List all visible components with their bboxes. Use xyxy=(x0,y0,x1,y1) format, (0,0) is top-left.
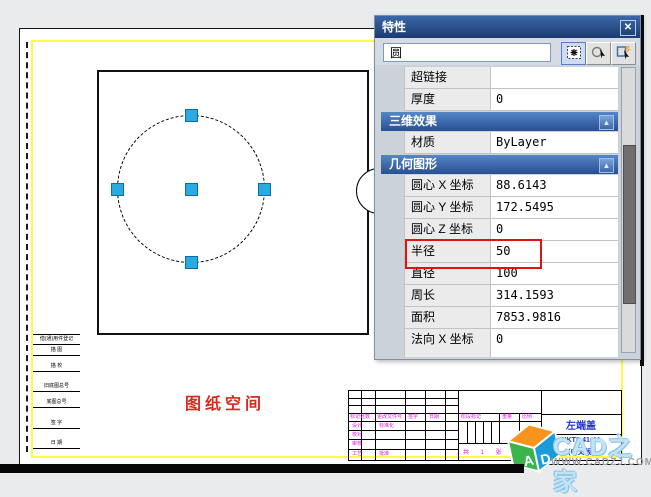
radius-highlight-box xyxy=(405,239,542,269)
tb-header-change: 更改文件号 xyxy=(377,414,402,420)
grip-handle-east[interactable] xyxy=(258,183,271,196)
pickadd-toggle-button[interactable] xyxy=(561,42,586,65)
palette-scrollbar[interactable] xyxy=(621,67,636,353)
property-label: 圆心 Z 坐标 xyxy=(405,219,491,240)
property-value[interactable]: 314.1593 xyxy=(491,285,618,306)
properties-palette: 特性 ✕ 圆 ▼ 超链接 厚度 0 xyxy=(374,15,641,360)
property-value[interactable]: 88.6143 xyxy=(491,175,618,196)
grip-handle-west[interactable] xyxy=(111,183,124,196)
tb-scale-label: 比例 xyxy=(522,414,532,420)
grip-handle-center[interactable] xyxy=(185,183,198,196)
grip-handle-north[interactable] xyxy=(185,109,198,122)
property-value[interactable]: ByLayer xyxy=(491,132,618,153)
property-value[interactable]: 0 xyxy=(491,329,618,357)
section-header-geometry[interactable]: 几何图形 ▲ xyxy=(381,155,618,174)
quick-select-button[interactable] xyxy=(611,42,636,65)
scrollbar-thumb[interactable] xyxy=(623,145,636,304)
property-value[interactable]: 172.5495 xyxy=(491,197,618,218)
property-label: 厚度 xyxy=(405,89,491,110)
property-row: 周长 314.1593 xyxy=(404,285,618,307)
select-objects-icon xyxy=(591,45,607,60)
palette-title: 特性 xyxy=(382,20,406,34)
pickadd-icon xyxy=(566,45,582,60)
property-label: 面积 xyxy=(405,307,491,328)
section-title: 几何图形 xyxy=(389,157,437,171)
border-field: 旧底图总号 xyxy=(33,382,80,392)
watermark-site: WWW.CADZJ.COM xyxy=(551,457,651,468)
tb-approve: 批准 xyxy=(379,451,389,457)
border-field: 日 期 xyxy=(33,439,80,449)
tb-role-check: 校对 xyxy=(352,432,362,438)
section-header-3d[interactable]: 三维效果 ▲ xyxy=(381,112,618,131)
collapse-icon[interactable]: ▲ xyxy=(599,158,614,173)
tb-stage-label: 阶段标记 xyxy=(461,414,481,420)
border-field: 借(通)用件登记 xyxy=(33,334,80,345)
quick-select-icon xyxy=(616,45,632,60)
palette-titlebar[interactable]: 特性 xyxy=(375,16,640,38)
property-row: 厚度 0 xyxy=(404,89,618,111)
tb-role-audit: 审核 xyxy=(352,441,362,447)
property-value[interactable]: 0 xyxy=(491,219,618,240)
border-field: 底图总号 xyxy=(33,398,80,408)
border-field: 描 图 xyxy=(33,346,80,356)
property-label: 超链接 xyxy=(405,67,491,88)
tb-header-date: 日期 xyxy=(429,414,439,420)
tb-role-design: 设计 xyxy=(352,423,362,429)
tb-standardize: 标准化 xyxy=(379,423,394,429)
property-row: 法向 X 坐标 0 xyxy=(404,329,618,357)
bottom-edge-bar xyxy=(0,464,524,473)
property-row: 圆心 Y 坐标 172.5495 xyxy=(404,197,618,219)
property-label: 材质 xyxy=(405,132,491,153)
object-type-value: 圆 xyxy=(390,46,402,60)
border-field: 描 校 xyxy=(33,362,80,372)
property-row: 超链接 xyxy=(404,67,618,89)
object-type-dropdown[interactable]: 圆 ▼ xyxy=(383,43,551,62)
border-field: 签 字 xyxy=(33,419,80,429)
property-label: 圆心 X 坐标 xyxy=(405,175,491,196)
property-label: 法向 X 坐标 xyxy=(405,329,491,357)
close-icon[interactable]: ✕ xyxy=(620,20,636,36)
tb-role-craft: 工艺 xyxy=(352,451,362,457)
tb-weight-label: 重量 xyxy=(502,414,512,420)
property-row: 圆心 X 坐标 88.6143 xyxy=(404,175,618,197)
property-row: 面积 7853.9816 xyxy=(404,307,618,329)
property-value[interactable]: 0 xyxy=(491,89,618,110)
tb-header-sign: 签字 xyxy=(408,414,418,420)
select-objects-button[interactable] xyxy=(586,42,611,65)
collapse-icon[interactable]: ▲ xyxy=(599,115,614,130)
plot-margin-dashed-line xyxy=(26,42,28,452)
property-label: 圆心 Y 坐标 xyxy=(405,197,491,218)
property-value[interactable] xyxy=(491,67,618,88)
property-label: 周长 xyxy=(405,285,491,306)
tb-header-mark: 标记处数 xyxy=(350,414,370,420)
property-row: 材质 ByLayer xyxy=(404,132,618,154)
property-value[interactable]: 7853.9816 xyxy=(491,307,618,328)
property-row: 圆心 Z 坐标 0 xyxy=(404,219,618,241)
grip-handle-south[interactable] xyxy=(185,256,198,269)
paper-space-label: 图纸空间 xyxy=(185,390,265,414)
section-title: 三维效果 xyxy=(389,114,437,128)
